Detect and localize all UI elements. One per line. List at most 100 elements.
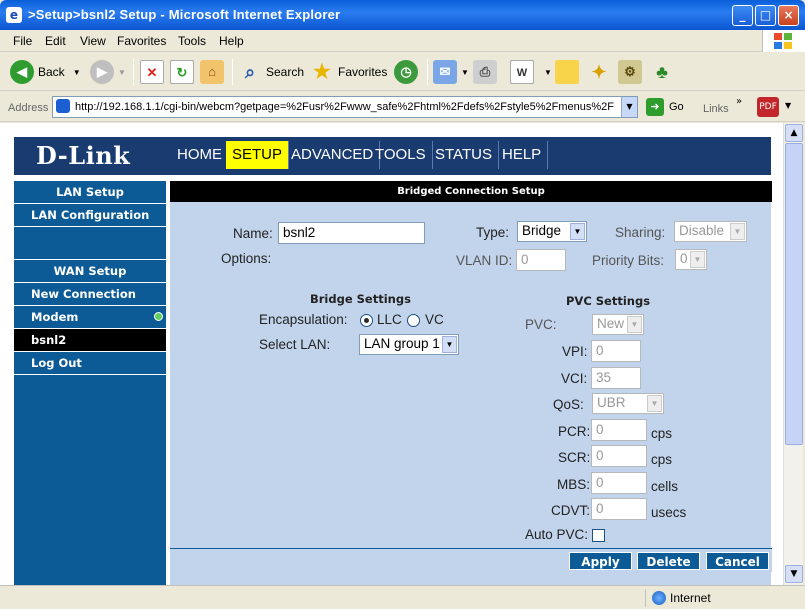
scroll-thumb[interactable]: [785, 143, 803, 445]
zone-label: Internet: [670, 591, 711, 605]
menu-tools[interactable]: Tools: [178, 34, 206, 48]
discuss-button[interactable]: [555, 57, 583, 87]
status-bar: Internet: [0, 585, 805, 609]
maximize-button[interactable]: □: [755, 5, 776, 26]
stop-button[interactable]: ✕: [140, 57, 168, 87]
menu-favorites[interactable]: Favorites: [117, 34, 166, 48]
menu-edit[interactable]: Edit: [45, 34, 66, 48]
scroll-down-icon[interactable]: ▼: [785, 565, 803, 583]
name-input[interactable]: bsnl2: [278, 222, 425, 244]
chevron-down-icon: ▼: [627, 316, 642, 333]
options-label: Options:: [221, 251, 272, 266]
edit-button[interactable]: W ▼: [510, 57, 552, 87]
mbs-input[interactable]: 0: [591, 472, 647, 494]
minimize-button[interactable]: _: [732, 5, 753, 26]
word-icon: W: [510, 60, 534, 84]
address-input[interactable]: http://192.168.1.1/cgi-bin/webcm?getpage…: [52, 96, 638, 118]
links-chevron-icon[interactable]: »: [736, 96, 742, 107]
sidebar-spacer: [14, 227, 166, 260]
refresh-button[interactable]: ↻: [170, 57, 198, 87]
section-title: Bridged Connection Setup: [170, 181, 772, 202]
forward-button[interactable]: ▶ ▼: [90, 57, 126, 87]
pcr-input[interactable]: 0: [591, 419, 647, 441]
type-select[interactable]: Bridge ▼: [517, 221, 587, 242]
qos-select[interactable]: UBR ▼: [592, 393, 664, 414]
type-value: Bridge: [522, 223, 562, 238]
qos-value: UBR: [597, 395, 626, 410]
sidebar-item-lan-configuration[interactable]: LAN Configuration: [14, 204, 166, 227]
sharing-select[interactable]: Disable ▼: [674, 221, 747, 242]
page-icon: [56, 99, 70, 113]
tab-home[interactable]: HOME: [171, 141, 229, 169]
window-title: >Setup>bsnl2 Setup - Microsoft Internet …: [28, 7, 341, 22]
chevron-down-icon[interactable]: ▼: [785, 101, 791, 110]
scr-input[interactable]: 0: [591, 445, 647, 467]
auto-pvc-checkbox[interactable]: [592, 529, 605, 542]
vc-radio[interactable]: [407, 314, 420, 327]
address-dropdown-icon[interactable]: ▼: [621, 97, 637, 117]
go-button[interactable]: ➜ Go: [646, 98, 684, 116]
pcr-unit: cps: [651, 426, 673, 441]
pvc-settings-title: PVC Settings: [566, 294, 651, 308]
sidebar-item-modem[interactable]: Modem: [14, 306, 166, 329]
mail-button[interactable]: ✉ ▼: [433, 57, 469, 87]
sidebar-heading-wan-setup: WAN Setup: [14, 260, 166, 283]
dlink-logo: D-Link: [36, 141, 131, 170]
delete-button[interactable]: Delete: [637, 552, 700, 570]
priority-select[interactable]: 0 ▼: [675, 249, 707, 270]
tab-status[interactable]: STATUS: [429, 141, 499, 169]
tab-advanced[interactable]: ADVANCED: [285, 141, 381, 169]
menu-view[interactable]: View: [80, 34, 106, 48]
address-bar: Address http://192.168.1.1/cgi-bin/webcm…: [0, 92, 805, 122]
tab-tools[interactable]: TOOLS: [369, 141, 433, 169]
star-icon: ★: [313, 61, 331, 83]
scr-unit: cps: [651, 452, 673, 467]
menu-help[interactable]: Help: [219, 34, 244, 48]
pvc-value: New: [597, 316, 625, 331]
vertical-scrollbar[interactable]: ▲ ▼: [783, 123, 803, 585]
browser-toolbar: ◀ Back ▼ ▶ ▼ ✕ ↻ ⌂ ⌕ Search ★ Favorites …: [0, 53, 805, 91]
research-button[interactable]: ✦: [587, 57, 615, 87]
sidebar-item-new-connection[interactable]: New Connection: [14, 283, 166, 306]
history-button[interactable]: ◷: [394, 57, 422, 87]
go-arrow-icon: ➜: [646, 98, 664, 116]
lan-select[interactable]: LAN group 1 ▼: [359, 334, 459, 355]
favorites-button[interactable]: ★ Favorites: [310, 57, 387, 87]
name-label: Name:: [233, 226, 273, 241]
scroll-up-icon[interactable]: ▲: [785, 124, 803, 142]
bridge-settings-title: Bridge Settings: [310, 292, 411, 306]
apply-button[interactable]: Apply: [569, 552, 632, 570]
llc-radio[interactable]: [360, 314, 373, 327]
close-button[interactable]: ×: [778, 5, 799, 26]
mbs-label: MBS:: [557, 477, 591, 492]
cancel-button[interactable]: Cancel: [706, 552, 769, 570]
sidebar-item-bsnl2[interactable]: bsnl2: [14, 329, 166, 352]
back-button[interactable]: ◀ Back ▼: [10, 57, 81, 87]
vlan-input[interactable]: 0: [516, 249, 566, 271]
pvc-label: PVC:: [525, 317, 557, 332]
search-button[interactable]: ⌕ Search: [238, 57, 304, 87]
home-button[interactable]: ⌂: [200, 57, 228, 87]
print-icon: ⎙: [473, 60, 497, 84]
vc-label: VC: [425, 312, 444, 327]
vpi-input[interactable]: 0: [591, 340, 641, 362]
tools-button[interactable]: ⚙: [618, 57, 646, 87]
chevron-down-icon: ▼: [461, 67, 469, 77]
menu-file[interactable]: File: [13, 34, 32, 48]
pdf-icon[interactable]: PDF: [757, 97, 779, 117]
chevron-down-icon: ▼: [442, 336, 457, 353]
messenger-button[interactable]: ♣: [650, 57, 678, 87]
tab-setup[interactable]: SETUP: [226, 141, 290, 169]
window-titlebar: e >Setup>bsnl2 Setup - Microsoft Interne…: [0, 0, 805, 30]
links-label[interactable]: Links: [703, 103, 729, 115]
vci-input[interactable]: 35: [591, 367, 641, 389]
print-button[interactable]: ⎙: [473, 57, 501, 87]
research-icon: ✦: [591, 62, 607, 82]
refresh-icon: ↻: [170, 60, 194, 84]
qos-label: QoS:: [553, 397, 584, 412]
cdvt-input[interactable]: 0: [591, 498, 647, 520]
tab-help[interactable]: HELP: [496, 141, 549, 169]
pvc-select[interactable]: New ▼: [592, 314, 644, 335]
sidebar-item-logout[interactable]: Log Out: [14, 352, 166, 375]
tools-icon: ⚙: [618, 60, 642, 84]
